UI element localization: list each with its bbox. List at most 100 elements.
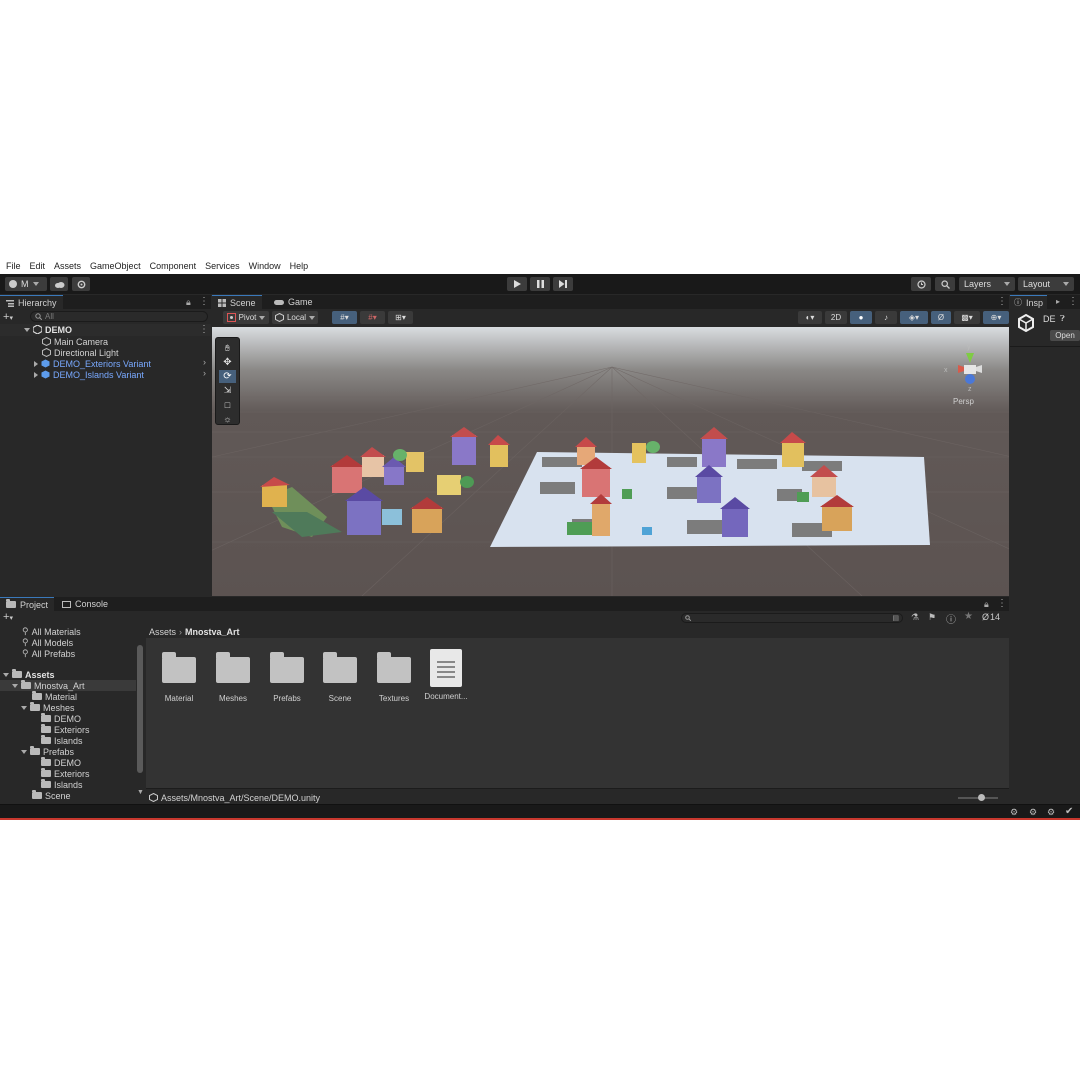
layers-dropdown[interactable]: Layers [959, 277, 1015, 291]
menu-help[interactable]: Help [290, 261, 309, 271]
gizmos-dropdown[interactable]: ⊕▾ [983, 311, 1009, 324]
project-search-field[interactable]: ▤ [681, 613, 903, 623]
kebab-menu-icon[interactable]: ⋮ [1068, 296, 1078, 307]
tree-item-meshes-islands[interactable]: Islands [41, 735, 83, 746]
tree-item-prefabs-demo[interactable]: DEMO [41, 757, 81, 768]
tab-game[interactable]: Game [268, 295, 319, 309]
tree-item-prefabs-islands[interactable]: Islands [41, 779, 83, 790]
favorite-all-models[interactable]: ⚲ All Models [22, 637, 73, 648]
lighting-toggle[interactable]: ● [850, 311, 872, 324]
fold-closed-icon[interactable] [34, 360, 38, 367]
kebab-menu-icon[interactable]: ⋮ [997, 296, 1007, 307]
tab-hierarchy[interactable]: Hierarchy [0, 295, 63, 309]
layout-dropdown[interactable]: Layout [1018, 277, 1074, 291]
fold-open-icon[interactable] [3, 672, 9, 677]
tree-item-meshes-demo[interactable]: DEMO [41, 713, 81, 724]
asset-folder-prefabs[interactable]: Prefabs [261, 649, 313, 709]
open-button[interactable]: Open [1050, 330, 1080, 341]
grid-visibility-button[interactable]: ⊞▾ [388, 311, 413, 324]
fold-open-icon[interactable] [21, 749, 27, 754]
tree-item-assets[interactable]: Assets [3, 669, 55, 680]
hierarchy-item-exteriors-variant[interactable]: DEMO_Exteriors Variant [34, 358, 151, 369]
fold-open-icon[interactable] [21, 705, 27, 710]
pause-button[interactable] [530, 277, 550, 291]
tree-item-material[interactable]: Material [32, 691, 77, 702]
hierarchy-item-islands-variant[interactable]: DEMO_Islands Variant [34, 369, 144, 380]
hierarchy-search-field[interactable]: All [30, 311, 208, 322]
shading-mode-dropdown[interactable]: ◐▾ [798, 311, 822, 324]
hidden-packages-toggle[interactable]: Ø 14 [982, 612, 1000, 622]
tab-console[interactable]: Console [56, 597, 114, 611]
persp-label[interactable]: Persp [953, 397, 974, 406]
breadcrumb-assets[interactable]: Assets [149, 627, 176, 637]
account-dropdown[interactable]: M [5, 277, 47, 291]
filter-by-label-icon[interactable]: ⚑ [928, 612, 936, 623]
hand-tool-button[interactable]: ✋︎ [219, 342, 236, 355]
scale-tool-button[interactable]: ⇲ [219, 384, 236, 397]
fold-closed-icon[interactable] [34, 371, 38, 378]
tree-item-prefabs[interactable]: Prefabs [21, 746, 74, 757]
step-button[interactable] [553, 277, 573, 291]
fold-open-icon[interactable] [24, 327, 30, 332]
kebab-menu-icon[interactable]: ⋮ [199, 324, 209, 335]
icon-size-slider-handle[interactable] [978, 794, 985, 801]
create-button[interactable]: +▾ [3, 311, 13, 323]
snap-increment-button[interactable]: #▾ [360, 311, 385, 324]
asset-document[interactable]: Document... [420, 649, 472, 709]
camera-settings-dropdown[interactable]: ▩▾ [954, 311, 980, 324]
asset-folder-scene[interactable]: Scene [314, 649, 366, 709]
scroll-down-icon[interactable]: ▼ [137, 789, 144, 796]
favorite-all-prefabs[interactable]: ⚲ All Prefabs [22, 648, 75, 659]
tree-item-scene[interactable]: Scene [32, 790, 71, 801]
filter-info-icon[interactable]: ⓘ [946, 611, 956, 626]
menu-file[interactable]: File [6, 261, 21, 271]
menu-component[interactable]: Component [150, 261, 197, 271]
play-button[interactable] [507, 277, 527, 291]
tree-item-prefabs-exteriors[interactable]: Exteriors [41, 768, 90, 779]
scene-root-row[interactable]: DEMO ⋮ [0, 324, 211, 336]
tab-scene[interactable]: Scene [212, 295, 262, 309]
hierarchy-item-directional-light[interactable]: Directional Light [42, 347, 119, 358]
move-tool-button[interactable]: ✥ [219, 356, 236, 369]
create-asset-button[interactable]: +▾ [3, 611, 13, 623]
history-button[interactable] [911, 277, 931, 291]
tab-inspector[interactable]: ⓘ Insp [1010, 295, 1048, 309]
check-circle-icon[interactable]: ✔ [1065, 806, 1073, 817]
rotate-tool-button[interactable]: ⟳ [219, 370, 236, 383]
fold-open-icon[interactable] [12, 683, 18, 688]
chevron-right-icon[interactable]: › [203, 357, 206, 367]
debug-off-icon[interactable]: ⚙ [1010, 807, 1018, 818]
search-filter-icon[interactable]: ▤ [892, 614, 899, 622]
menu-edit[interactable]: Edit [30, 261, 46, 271]
lock-icon[interactable]: 🔒︎ [984, 599, 989, 610]
collab-button[interactable] [72, 277, 90, 291]
search-button[interactable] [935, 277, 955, 291]
effects-dropdown[interactable]: ◈▾ [900, 311, 928, 324]
scene-viewport[interactable]: y x z Persp [212, 327, 1009, 596]
scene-visibility-toggle[interactable]: Ø [931, 311, 951, 324]
progress-icon[interactable]: ⚙ [1029, 807, 1037, 818]
toggle-2d-button[interactable]: 2D [825, 311, 847, 324]
help-icon[interactable]: ❓︎ [1060, 314, 1065, 324]
menu-gameobject[interactable]: GameObject [90, 261, 141, 271]
breadcrumb-mnostva-art[interactable]: Mnostva_Art [185, 627, 240, 637]
asset-folder-textures[interactable]: Textures [368, 649, 420, 709]
rect-tool-button[interactable]: □ [219, 398, 236, 411]
chevron-right-icon[interactable]: › [203, 368, 206, 378]
kebab-menu-icon[interactable]: ⋮ [997, 598, 1007, 609]
transform-tool-button[interactable]: ☼ [219, 412, 236, 425]
local-dropdown[interactable]: Local [272, 311, 318, 324]
lighting-off-icon[interactable]: ⚙ [1047, 807, 1055, 818]
asset-folder-meshes[interactable]: Meshes [207, 649, 259, 709]
menu-window[interactable]: Window [249, 261, 281, 271]
menu-services[interactable]: Services [205, 261, 240, 271]
tree-item-meshes[interactable]: Meshes [21, 702, 75, 713]
grid-snap-button[interactable]: #▾ [332, 311, 357, 324]
favorite-star-icon[interactable]: ★ [964, 611, 973, 622]
chevron-right-icon[interactable]: ▸ [1056, 297, 1060, 306]
cloud-button[interactable] [50, 277, 68, 291]
favorite-all-materials[interactable]: ⚲ All Materials [22, 626, 81, 637]
kebab-menu-icon[interactable]: ⋮ [199, 296, 209, 307]
tree-scrollbar[interactable] [137, 645, 143, 773]
asset-folder-material[interactable]: Material [153, 649, 205, 709]
